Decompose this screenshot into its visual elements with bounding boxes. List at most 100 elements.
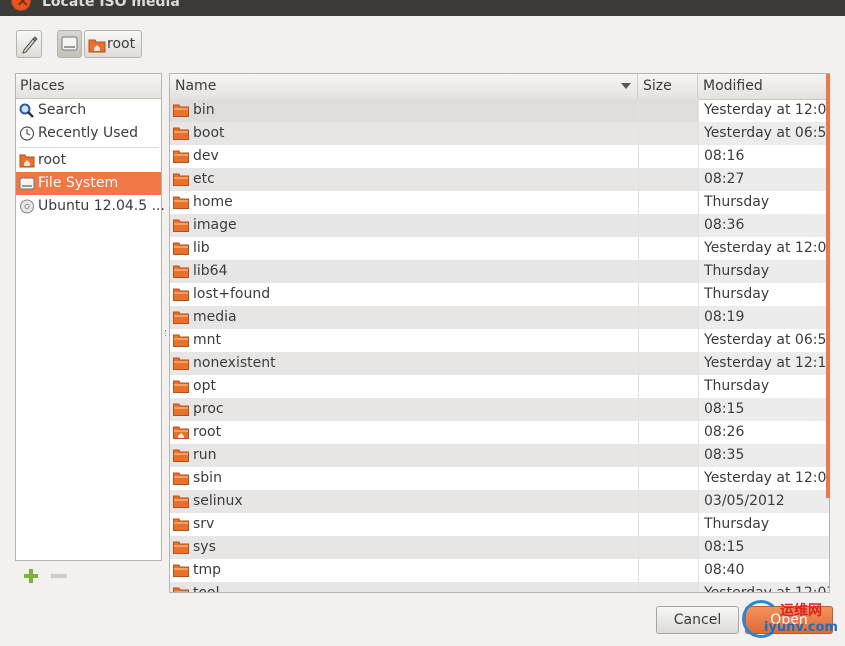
places-item-search[interactable]: Search [16, 99, 161, 122]
file-size-cell [638, 168, 698, 191]
folder-icon [173, 587, 189, 592]
file-row[interactable]: tool Yesterday at 12:07 [170, 582, 829, 593]
file-row[interactable]: lib64 Thursday [170, 260, 829, 283]
file-size-cell [638, 191, 698, 214]
file-modified-cell: 03/05/2012 [698, 490, 829, 513]
file-row[interactable]: lost+found Thursday [170, 283, 829, 306]
file-row[interactable]: etc 08:27 [170, 168, 829, 191]
file-row[interactable]: run 08:35 [170, 444, 829, 467]
sort-descending-icon [621, 83, 631, 89]
file-row[interactable]: proc 08:15 [170, 398, 829, 421]
file-name-cell: proc [170, 398, 638, 421]
scrollbar-indicator[interactable] [826, 74, 830, 498]
file-list: Name Size Modified bin Yesterday at 12:02… [169, 73, 830, 593]
file-row[interactable]: root 08:26 [170, 421, 829, 444]
disc-icon [20, 199, 34, 214]
file-row[interactable]: nonexistent Yesterday at 12:10 [170, 352, 829, 375]
folder-icon [173, 380, 189, 393]
search-icon [19, 103, 34, 118]
drive-icon [19, 177, 35, 190]
file-name: srv [193, 516, 215, 532]
file-size-cell [638, 582, 698, 592]
file-name-cell: sbin [170, 467, 638, 490]
file-row[interactable]: mnt Yesterday at 06:55 [170, 329, 829, 352]
type-location-button[interactable] [16, 30, 42, 58]
file-name-cell: media [170, 306, 638, 329]
file-name: sbin [193, 470, 222, 486]
file-size-cell [638, 352, 698, 375]
file-row[interactable]: selinux 03/05/2012 [170, 490, 829, 513]
folder-icon [173, 127, 189, 140]
file-modified-cell: 08:26 [698, 421, 829, 444]
file-row[interactable]: tmp 08:40 [170, 559, 829, 582]
file-name: run [193, 447, 217, 463]
file-row[interactable]: lib Yesterday at 12:08 [170, 237, 829, 260]
pane-resize-handle[interactable] [165, 330, 168, 336]
folder-icon [173, 288, 189, 301]
file-modified-cell: 08:15 [698, 398, 829, 421]
file-modified-cell: Thursday [698, 191, 829, 214]
folder-icon [173, 104, 189, 117]
places-item-recently-used[interactable]: Recently Used [16, 122, 161, 145]
remove-bookmark-button[interactable] [51, 574, 67, 578]
places-item-file-system[interactable]: File System [16, 172, 161, 195]
home-folder-icon [173, 426, 189, 439]
add-bookmark-button[interactable] [24, 569, 38, 583]
file-row[interactable]: srv Thursday [170, 513, 829, 536]
folder-icon [173, 242, 189, 255]
file-row[interactable]: bin Yesterday at 12:02 [170, 99, 829, 122]
file-modified-cell: Yesterday at 12:09 [698, 467, 829, 490]
file-row[interactable]: opt Thursday [170, 375, 829, 398]
places-item-ubuntu-disc[interactable]: Ubuntu 12.04.5 ... [16, 195, 165, 218]
file-row[interactable]: dev 08:16 [170, 145, 829, 168]
file-name-cell: lost+found [170, 283, 638, 306]
file-size-cell [638, 490, 698, 513]
file-size-cell [638, 559, 698, 582]
file-name-cell: sys [170, 536, 638, 559]
file-name: media [193, 309, 237, 325]
column-header-name[interactable]: Name [170, 74, 638, 99]
file-size-cell [638, 329, 698, 352]
file-name: proc [193, 401, 224, 417]
file-name: dev [193, 148, 219, 164]
places-header[interactable]: Places [16, 74, 161, 99]
file-name: home [193, 194, 233, 210]
file-name: lib64 [193, 263, 228, 279]
cancel-button[interactable]: Cancel [656, 606, 739, 634]
file-modified-cell: 08:36 [698, 214, 829, 237]
folder-icon [173, 403, 189, 416]
file-row[interactable]: sbin Yesterday at 12:09 [170, 467, 829, 490]
folder-icon [173, 518, 189, 531]
folder-icon [173, 541, 189, 554]
file-name: boot [193, 125, 225, 141]
file-row[interactable]: sys 08:15 [170, 536, 829, 559]
open-button[interactable]: Open [745, 606, 833, 634]
file-name: lost+found [193, 286, 271, 302]
folder-icon [173, 357, 189, 370]
file-size-cell [638, 283, 698, 306]
file-modified-cell: Yesterday at 12:08 [698, 237, 829, 260]
folder-icon [173, 311, 189, 324]
file-size-cell [638, 99, 698, 122]
file-name-cell: nonexistent [170, 352, 638, 375]
file-name: tool [193, 585, 220, 593]
file-size-cell [638, 260, 698, 283]
clock-icon [19, 126, 35, 141]
file-row[interactable]: media 08:19 [170, 306, 829, 329]
folder-icon [173, 196, 189, 209]
folder-icon [173, 495, 189, 508]
file-modified-cell: Thursday [698, 513, 829, 536]
column-header-size[interactable]: Size [638, 74, 698, 99]
places-item-root[interactable]: root [16, 149, 161, 172]
file-row[interactable]: image 08:36 [170, 214, 829, 237]
close-window-button[interactable] [11, 0, 31, 11]
root-path-button[interactable]: root [84, 30, 142, 58]
column-header-modified[interactable]: Modified [698, 74, 829, 99]
file-row[interactable]: home Thursday [170, 191, 829, 214]
filesystem-path-button[interactable] [57, 30, 82, 58]
folder-icon [173, 449, 189, 462]
file-list-header: Name Size Modified [170, 74, 829, 100]
file-modified-cell: 08:19 [698, 306, 829, 329]
file-row[interactable]: boot Yesterday at 06:55 [170, 122, 829, 145]
title-bar: Locate ISO media [0, 0, 845, 16]
